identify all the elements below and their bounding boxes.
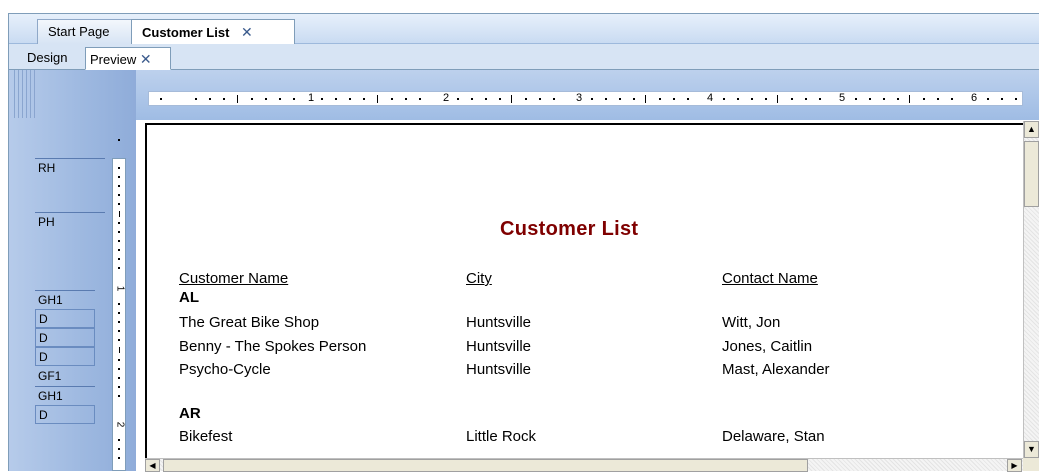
vertical-scrollbar[interactable]: ▲ ▼ [1023, 121, 1039, 458]
group-header-state: AL [179, 289, 199, 306]
close-icon[interactable]: ✕ [241, 24, 253, 40]
cell-contact-name: Witt, Jon [722, 314, 781, 331]
scroll-down-icon[interactable]: ▼ [1024, 441, 1039, 458]
cell-contact-name: Delaware, Stan [722, 428, 825, 445]
report-designer-window: Start Page Customer List ✕ Design Previe… [0, 0, 1039, 472]
tab-preview-label: Preview [90, 52, 137, 67]
horizontal-scroll-thumb[interactable] [163, 459, 808, 472]
ruler-number: 1 [308, 92, 315, 104]
section-page-header[interactable]: PH [35, 212, 105, 231]
scroll-up-icon[interactable]: ▲ [1024, 121, 1039, 138]
ruler-number: 6 [971, 92, 978, 104]
ruler-number: 3 [576, 92, 583, 104]
tab-customer-list-label: Customer List [142, 25, 230, 40]
tab-design[interactable]: Design [23, 47, 71, 70]
group-header-state: AR [179, 405, 201, 422]
report-title: Customer List [500, 218, 639, 240]
cell-customer-name: The Great Bike Shop [179, 314, 320, 331]
vertical-scroll-thumb[interactable] [1024, 141, 1039, 207]
ruler-number: 2 [443, 92, 450, 104]
tab-design-label: Design [27, 50, 68, 65]
column-header-contact-name: Contact Name [722, 270, 818, 287]
section-detail[interactable]: D [35, 405, 95, 424]
tab-preview[interactable]: Preview ✕ [85, 47, 171, 70]
horizontal-scrollbar[interactable]: ◀ ▶ [145, 458, 1023, 472]
cell-customer-name: Benny - The Spokes Person [179, 338, 367, 355]
panel-splitter[interactable] [14, 70, 36, 118]
cell-contact-name: Jones, Caitlin [722, 338, 813, 355]
report-page[interactable] [145, 123, 1023, 458]
scroll-left-icon[interactable]: ◀ [145, 459, 160, 472]
ruler-number: 1 [114, 285, 126, 292]
view-tab-strip: Design Preview ✕ [9, 44, 1039, 70]
document-tab-strip: Start Page Customer List ✕ [9, 14, 1039, 45]
ruler-number: 2 [114, 421, 126, 428]
section-group-header[interactable]: GH1 [35, 386, 95, 405]
close-icon[interactable]: ✕ [140, 51, 152, 67]
cell-contact-name: Mast, Alexander [722, 361, 830, 378]
scrollbar-corner [1023, 458, 1039, 471]
ruler-mark [118, 139, 120, 141]
cell-city: Huntsville [466, 338, 532, 355]
cell-customer-name: Psycho-Cycle [179, 361, 271, 378]
column-header-city: City [466, 270, 492, 287]
vertical-ruler: 1 2 [112, 158, 126, 471]
section-report-header[interactable]: RH [35, 158, 105, 177]
tab-customer-list[interactable]: Customer List ✕ [131, 19, 295, 45]
section-detail[interactable]: D [35, 328, 95, 347]
ruler-number: 5 [839, 92, 846, 104]
tab-start-page-label: Start Page [48, 24, 110, 39]
cell-customer-name: Bikefest [179, 428, 233, 445]
column-header-customer-name: Customer Name [179, 270, 289, 287]
section-group-footer[interactable]: GF1 [35, 367, 95, 386]
scroll-right-icon[interactable]: ▶ [1007, 459, 1022, 472]
ruler-number: 4 [707, 92, 714, 104]
section-group-header[interactable]: GH1 [35, 290, 95, 309]
cell-city: Huntsville [466, 361, 532, 378]
cell-city: Little Rock [466, 428, 537, 445]
section-detail[interactable]: D [35, 347, 95, 366]
cell-city: Huntsville [466, 314, 532, 331]
section-detail[interactable]: D [35, 309, 95, 328]
horizontal-ruler: 1 2 3 4 5 6 [148, 91, 1023, 106]
